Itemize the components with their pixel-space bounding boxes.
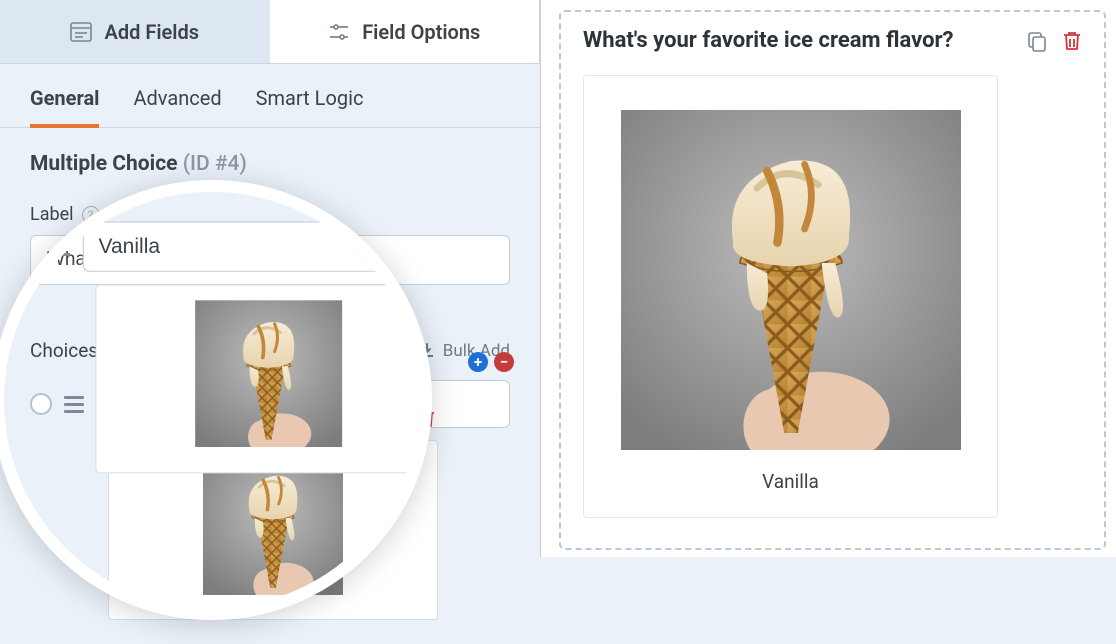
- preview-option-card[interactable]: Vanilla: [583, 75, 998, 518]
- subtab-advanced[interactable]: Advanced: [133, 86, 221, 127]
- duplicate-icon[interactable]: [1026, 30, 1048, 52]
- drag-handle-icon[interactable]: [64, 396, 84, 413]
- label-input[interactable]: [30, 235, 510, 285]
- remove-image-button[interactable]: [418, 408, 436, 428]
- help-icon[interactable]: ?: [108, 342, 126, 360]
- tab-field-options[interactable]: Field Options: [270, 0, 541, 64]
- sub-tabs: General Advanced Smart Logic: [0, 64, 540, 128]
- tab-add-fields-label: Add Fields: [104, 20, 199, 44]
- field-id-meta: (ID #4): [183, 152, 247, 176]
- choice-image-preview[interactable]: [108, 440, 438, 620]
- tab-add-fields[interactable]: Add Fields: [0, 0, 270, 64]
- remove-choice-button[interactable]: −: [494, 352, 514, 372]
- preview-question: What's your favorite ice cream flavor?: [583, 28, 1012, 53]
- choice-row: + −: [30, 380, 510, 428]
- field-options-content: Multiple Choice (ID #4) Label ? Choices …: [0, 128, 540, 644]
- subtab-general[interactable]: General: [30, 86, 99, 128]
- field-type-name: Multiple Choice: [30, 152, 178, 176]
- help-icon[interactable]: ?: [82, 206, 100, 224]
- field-type-heading: Multiple Choice (ID #4): [30, 152, 510, 176]
- delete-icon[interactable]: [1062, 30, 1082, 52]
- subtab-smartlogic[interactable]: Smart Logic: [256, 86, 364, 127]
- form-preview-panel: What's your favorite ice cream flavor? V…: [540, 0, 1116, 557]
- choices-caption: Choices: [30, 339, 98, 362]
- tab-field-options-label: Field Options: [362, 20, 480, 44]
- top-tabs: Add Fields Field Options: [0, 0, 540, 64]
- preview-field-card[interactable]: What's your favorite ice cream flavor? V…: [559, 10, 1106, 550]
- form-icon: [70, 22, 92, 42]
- sliders-icon: [328, 22, 350, 42]
- add-choice-button[interactable]: +: [468, 352, 488, 372]
- preview-option-label: Vanilla: [762, 470, 819, 493]
- choice-default-radio[interactable]: [30, 393, 52, 415]
- choice-input[interactable]: [96, 380, 510, 428]
- download-icon: [419, 343, 435, 359]
- ice-cream-image: [621, 110, 961, 450]
- label-caption: Label: [30, 204, 74, 225]
- ice-cream-image: [198, 455, 348, 595]
